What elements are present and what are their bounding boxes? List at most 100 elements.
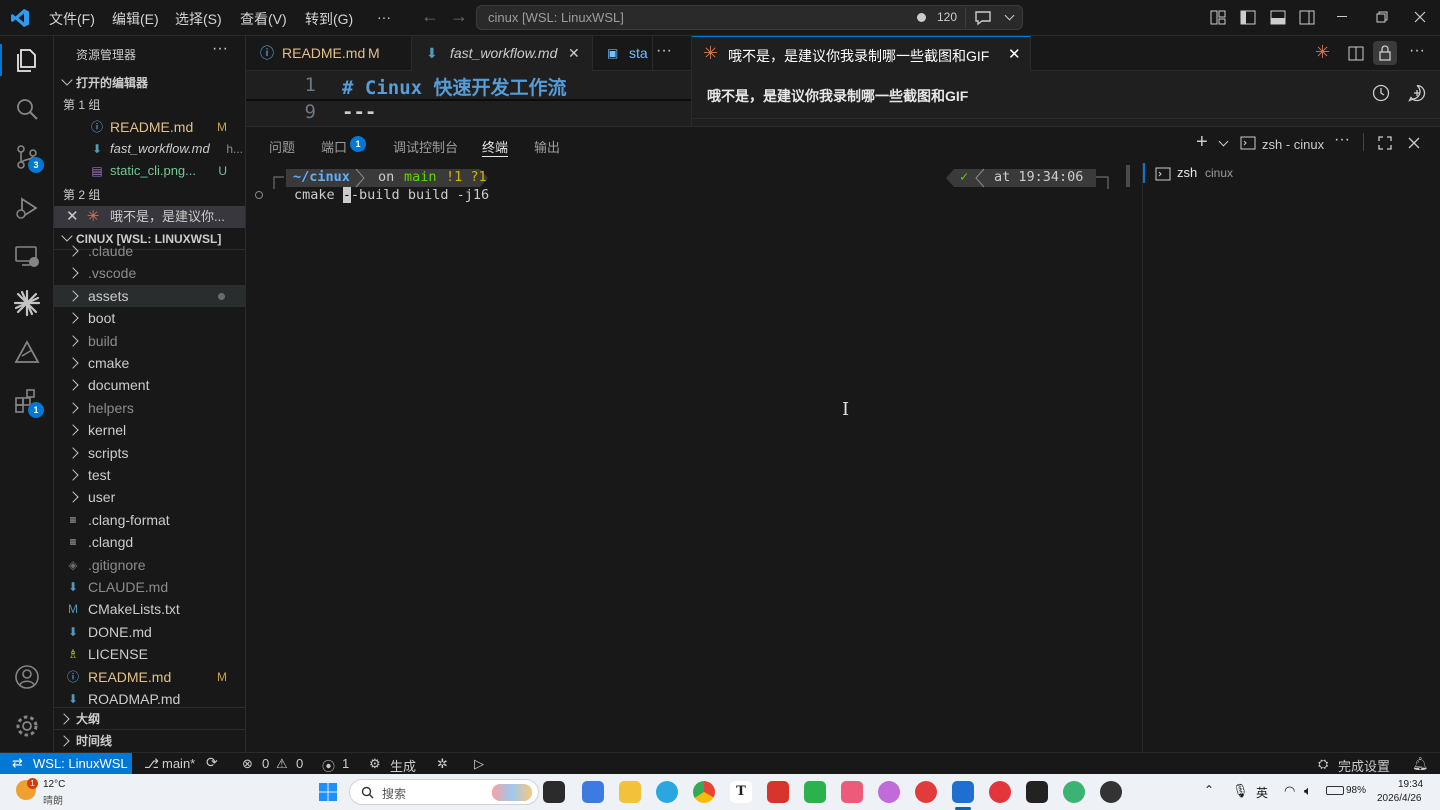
build-button[interactable]: 生成 [390,756,416,775]
tab-static[interactable]: ▣ sta [593,36,653,71]
tree-folder[interactable]: document [54,374,245,396]
tree-file[interactable]: ⬇ DONE.md [54,621,245,643]
terminal[interactable]: ~/cinux on main !1 ?1 ✓ at 19:34:06 cmak… [246,163,1126,753]
app-icon[interactable] [878,781,900,803]
open-editor-item[interactable]: ⓘ README.md M [54,116,245,138]
terminal-selector-label[interactable]: zsh - cinux [1262,137,1324,152]
app-icon[interactable] [1063,781,1085,803]
menu-edit[interactable]: 编辑(E) [112,9,159,29]
history-icon[interactable] [1372,84,1390,102]
run-icon[interactable]: ▷ [474,756,484,772]
tree-folder[interactable]: helpers [54,397,245,419]
edge-icon[interactable] [656,781,678,803]
tree-folder[interactable]: user [54,486,245,508]
forward-arrow-icon[interactable]: → [450,6,468,27]
new-terminal-icon[interactable]: + [1196,131,1208,154]
tree-file[interactable]: M CMakeLists.txt [54,598,245,620]
wifi-icon[interactable]: ◠ [1284,783,1295,799]
menu-file[interactable]: 文件(F) [49,9,95,29]
search-icon[interactable] [12,94,42,124]
tree-file[interactable]: ≡ .clang-format [54,509,245,531]
tree-folder[interactable]: kernel [54,419,245,441]
tree-file[interactable]: ≡ .clangd [54,531,245,553]
claude-icon[interactable] [12,288,42,318]
debug-icon[interactable]: ✲ [437,756,448,772]
close-tab-icon[interactable]: ✕ [1008,45,1021,63]
ime-indicator[interactable]: 英 [1256,784,1268,801]
open-editor-item[interactable]: ⬇ fast_workflow.md h... [54,138,245,160]
toggle-secondary-sidebar-icon[interactable] [1299,10,1315,25]
tree-folder[interactable]: .vscode [54,262,245,284]
editor-more-icon[interactable]: ··· [656,42,672,60]
close-panel-icon[interactable] [1408,137,1420,149]
clock-date[interactable]: 2026/4/26 [1377,793,1422,804]
outline-section[interactable]: 大纲 [54,707,245,729]
chrome-icon[interactable] [693,781,715,803]
menu-more[interactable]: ··· [377,9,391,25]
toggle-panel-icon[interactable] [1270,10,1286,25]
pdf-app-icon[interactable] [767,781,789,803]
remote-indicator[interactable]: ⇄ WSL: LinuxWSL [0,753,132,775]
tree-folder[interactable]: build [54,330,245,352]
terminal-list-item[interactable]: zsh [1177,165,1197,180]
task-view-icon[interactable] [543,781,565,803]
tree-folder[interactable]: scripts [54,442,245,464]
back-arrow-icon[interactable]: ← [421,6,439,27]
tree-file[interactable]: ⓘ README.md M [54,666,245,688]
settings-gear-icon[interactable] [12,711,42,741]
windows-start-icon[interactable] [318,782,338,802]
menu-selection[interactable]: 选择(S) [175,9,222,29]
remote-explorer-icon[interactable] [12,241,42,271]
tab-problems[interactable]: 问题 [269,137,295,156]
toggle-sidebar-icon[interactable] [1240,10,1256,25]
tree-file[interactable]: ◈ .gitignore [54,554,245,576]
close-icon[interactable]: ✕ [66,206,79,228]
new-chat-icon[interactable] [1408,84,1426,102]
open-editor-item-active[interactable]: ✕ ✳ 哦不是，是建议你... [54,206,245,228]
command-decoration-icon[interactable] [255,191,263,199]
tree-file[interactable]: ⬇ CLAUDE.md [54,576,245,598]
layout-customize-icon[interactable] [1210,10,1226,25]
volume-icon[interactable]: 🔈︎ [1304,783,1312,799]
tree-folder[interactable]: .claude [54,240,245,262]
command-center[interactable]: cinux [WSL: LinuxWSL] 120 [476,5,1023,30]
menu-view[interactable]: 查看(V) [240,9,287,29]
taskbar-search[interactable]: 搜索 [349,779,539,805]
maximize-panel-icon[interactable] [1378,136,1392,150]
app-icon[interactable] [915,781,937,803]
explorer-icon[interactable] [12,45,42,75]
lock-button[interactable] [1373,41,1397,65]
terminal-scrollbar[interactable] [1126,165,1130,187]
tree-folder[interactable]: boot [54,307,245,329]
terminal-app-icon[interactable] [1026,781,1048,803]
sync-icon[interactable]: ⟳ [206,754,218,771]
tray-chevron-up-icon[interactable]: ⌃ [1204,783,1214,797]
chat-tab[interactable]: ✳ 哦不是，是建议你我录制哪一些截图和GIF ✕ [692,36,1031,71]
clock-time[interactable]: 19:34 [1398,779,1423,790]
timeline-section[interactable]: 时间线 [54,729,245,751]
tree-folder[interactable]: cmake [54,352,245,374]
tab-readme[interactable]: ⓘ README.md M [246,36,412,71]
error-count[interactable]: 0 [262,756,269,771]
file-explorer-icon[interactable] [619,781,641,803]
qc-app-icon[interactable] [804,781,826,803]
app-icon[interactable] [841,781,863,803]
notifications-bell-icon[interactable]: 🔔︎ [1412,756,1429,772]
chat-more-icon[interactable]: ··· [1409,42,1425,60]
tab-fast-workflow[interactable]: ⬇ fast_workflow.md ✕ [412,36,593,71]
deploy-icon[interactable] [12,338,42,368]
tree-folder[interactable]: assets [54,284,245,307]
tab-output[interactable]: 输出 [534,137,560,156]
panel-more-icon[interactable]: ··· [1334,131,1350,149]
restore-icon[interactable] [1376,11,1388,23]
editor-content[interactable]: 1 # Cinux 快速开发工作流 9 --- [246,71,691,126]
music-app-icon[interactable] [989,781,1011,803]
chevron-down-icon[interactable] [1004,10,1015,21]
open-editors-header[interactable]: 打开的编辑器 [54,72,245,94]
more-actions-icon[interactable]: ··· [212,40,228,58]
account-icon[interactable] [12,662,42,692]
chat-icon[interactable] [974,10,992,26]
vscode-taskbar-icon[interactable] [952,781,974,803]
microphone-icon[interactable]: 🎙︎ [1232,783,1249,799]
close-tab-icon[interactable]: ✕ [568,36,580,71]
